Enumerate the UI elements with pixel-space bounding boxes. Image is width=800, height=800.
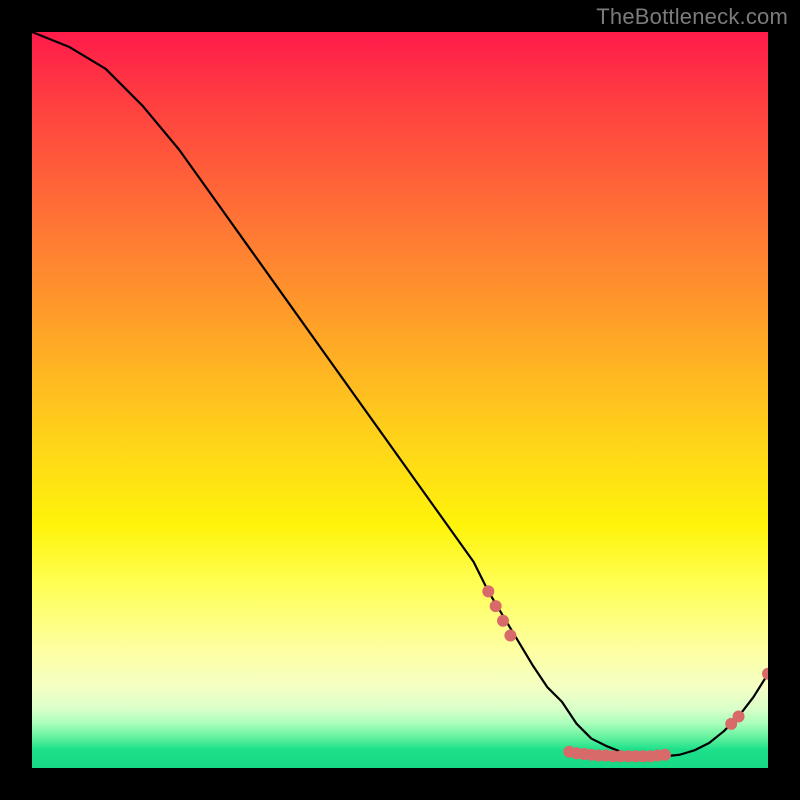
data-marker [482, 585, 494, 597]
data-marker [490, 600, 502, 612]
curve-group [32, 32, 768, 756]
watermark-text: TheBottleneck.com [596, 4, 788, 30]
bottleneck-curve [32, 32, 768, 756]
markers-group [482, 585, 768, 762]
data-marker [762, 668, 768, 680]
data-marker [733, 710, 745, 722]
data-marker [497, 615, 509, 627]
data-marker [504, 630, 516, 642]
data-marker [659, 749, 671, 761]
chart-frame: TheBottleneck.com [0, 0, 800, 800]
chart-overlay [32, 32, 768, 768]
plot-area [32, 32, 768, 768]
